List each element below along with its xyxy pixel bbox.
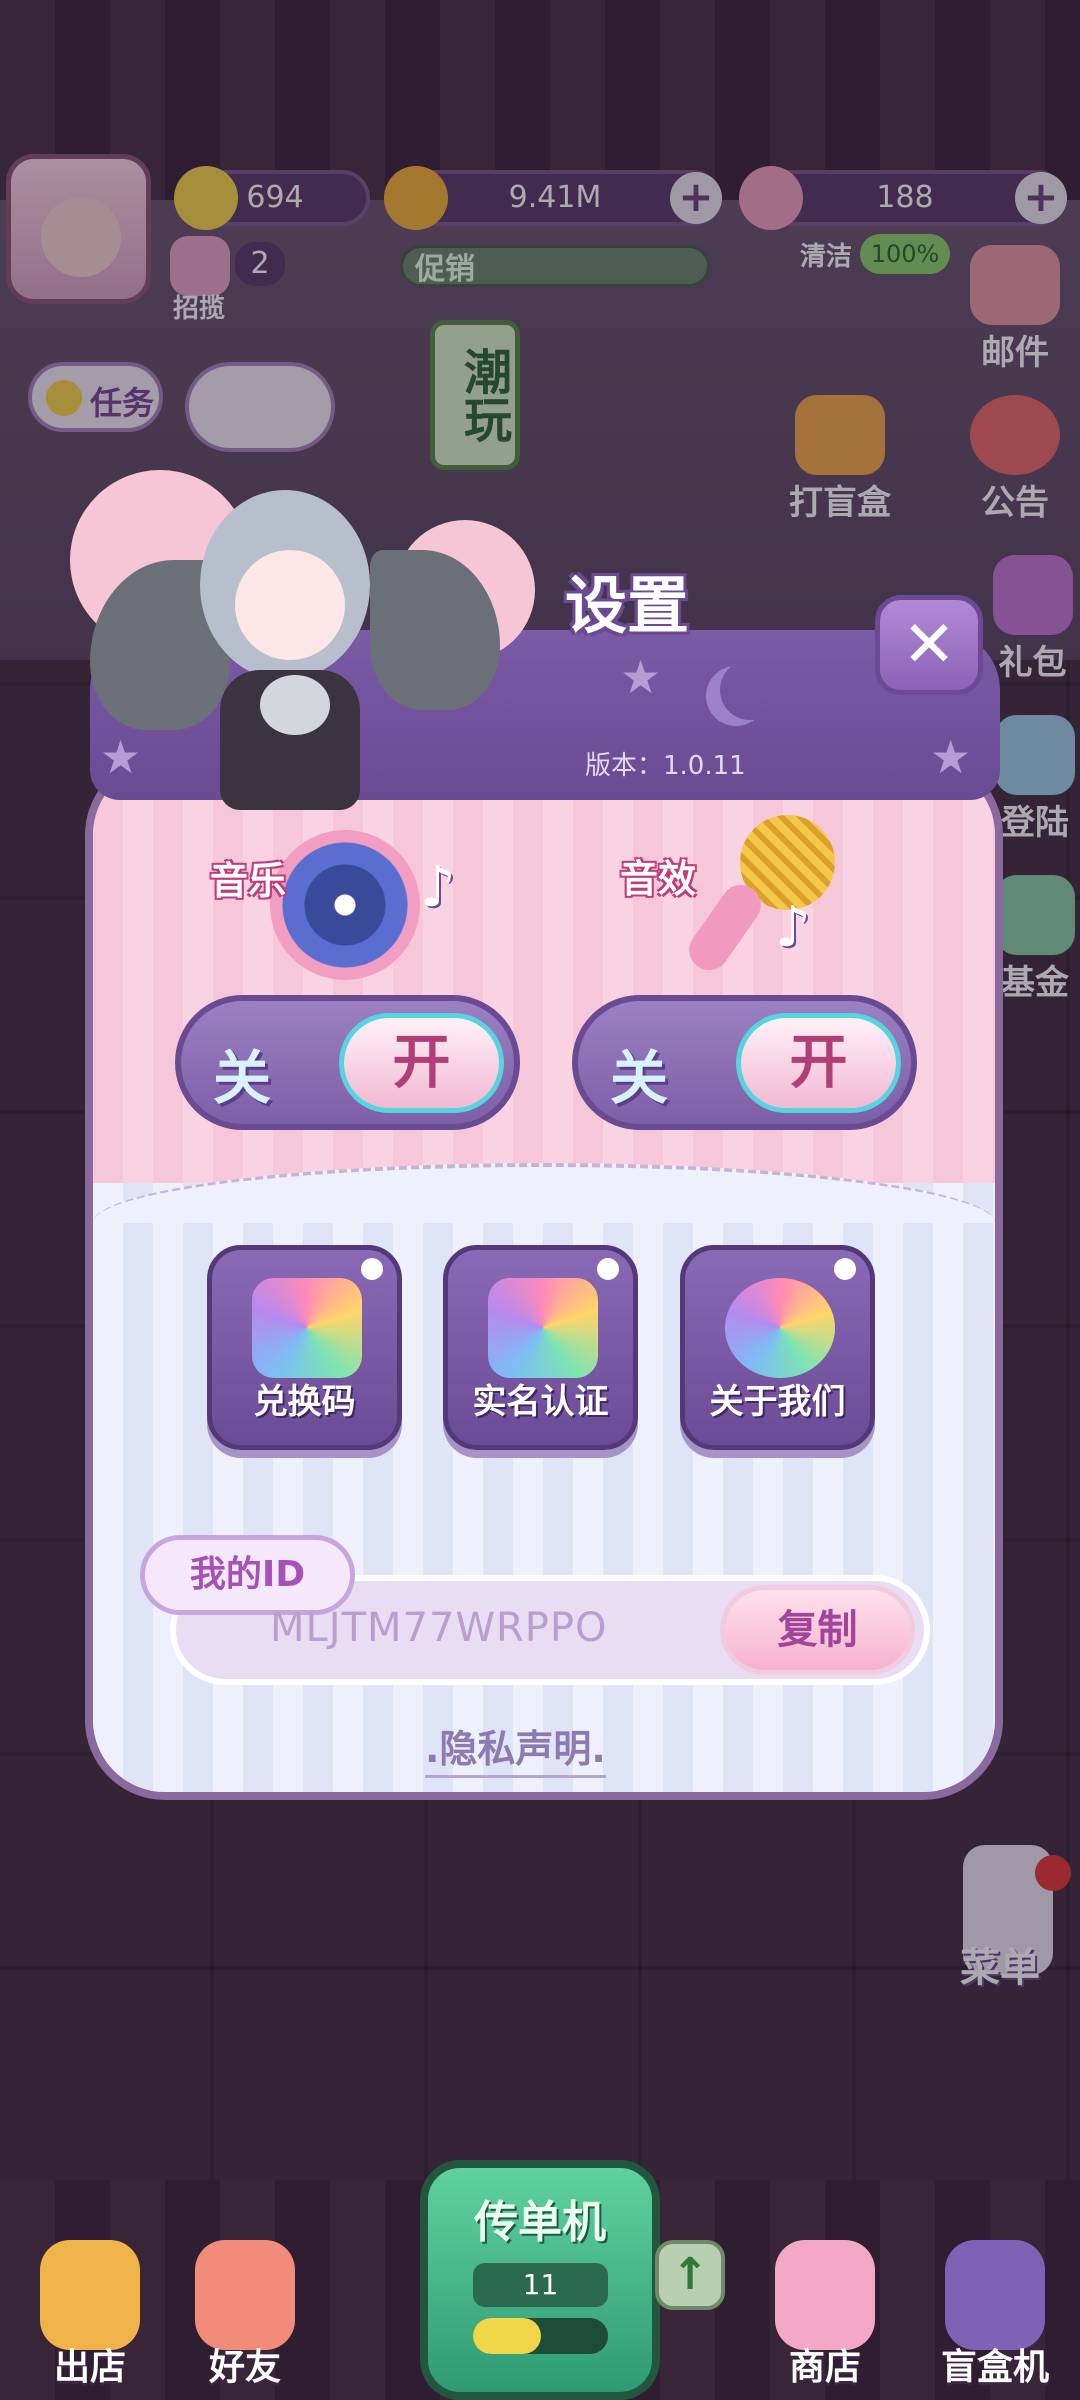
character-face bbox=[235, 550, 345, 660]
music-toggle[interactable]: 关 开 bbox=[175, 995, 520, 1130]
flyer-progress-bar bbox=[473, 2318, 608, 2354]
friends-icon bbox=[195, 2240, 295, 2350]
flyer-progress-fill bbox=[473, 2318, 541, 2354]
about-us-label: 关于我们 bbox=[709, 1382, 846, 1422]
upgrade-arrow-button[interactable]: ↑ bbox=[655, 2240, 725, 2310]
star-decor-icon: ★ bbox=[930, 730, 972, 784]
friends-button[interactable]: 好友 bbox=[175, 2210, 315, 2400]
music-note-icon: ♪ bbox=[420, 855, 456, 920]
character-illustration bbox=[90, 470, 500, 830]
leave-store-label: 出店 bbox=[53, 2347, 126, 2388]
about-us-button[interactable]: 关于我们 bbox=[680, 1245, 875, 1450]
sfx-off-option[interactable]: 关 bbox=[610, 1031, 668, 1115]
realname-auth-label: 实名认证 bbox=[472, 1382, 609, 1422]
blindbox-machine-button[interactable]: 盲盒机 bbox=[915, 2210, 1075, 2400]
redeem-code-button[interactable]: 兑换码 bbox=[207, 1245, 402, 1450]
close-button[interactable]: ✕ bbox=[875, 595, 983, 695]
flyer-label: 传单机 bbox=[474, 2197, 606, 2248]
player-id-value: MLJTM77WRPPO bbox=[270, 1605, 608, 1651]
settings-title: 设置 bbox=[565, 569, 690, 642]
player-id-tag: 我的ID bbox=[140, 1535, 355, 1615]
copy-id-button[interactable]: 复制 bbox=[720, 1585, 915, 1675]
friends-label: 好友 bbox=[208, 2347, 281, 2388]
privacy-policy-link[interactable]: .隐私声明. bbox=[425, 1718, 606, 1778]
leave-store-icon bbox=[40, 2240, 140, 2350]
shop-label: 商店 bbox=[788, 2347, 861, 2388]
leave-store-button[interactable]: 出店 bbox=[20, 2210, 160, 2400]
music-note-icon: ♪ bbox=[775, 895, 811, 960]
version-text: 版本：1.0.11 bbox=[585, 751, 746, 781]
shop-button[interactable]: 商店 bbox=[755, 2210, 895, 2400]
blindbox-machine-icon bbox=[945, 2240, 1045, 2350]
shop-icon bbox=[775, 2240, 875, 2350]
star-decor-icon: ★ bbox=[620, 650, 662, 704]
shine-decor bbox=[361, 1258, 383, 1280]
shine-decor bbox=[597, 1258, 619, 1280]
music-off-option[interactable]: 关 bbox=[213, 1031, 271, 1115]
flyer-count: 11 bbox=[473, 2263, 608, 2307]
ribbon-ring-icon bbox=[725, 1278, 835, 1378]
music-disc-icon bbox=[270, 830, 420, 980]
sfx-label: 音效 bbox=[620, 857, 697, 901]
id-card-icon bbox=[488, 1278, 598, 1378]
blindbox-machine-label: 盲盒机 bbox=[940, 2347, 1049, 2388]
realname-auth-button[interactable]: 实名认证 bbox=[443, 1245, 638, 1450]
music-label: 音乐 bbox=[210, 859, 287, 903]
gift-box-icon bbox=[252, 1278, 362, 1378]
sfx-toggle[interactable]: 关 开 bbox=[572, 995, 917, 1130]
flyer-machine-button[interactable]: 传单机 11 bbox=[420, 2160, 660, 2400]
redeem-code-label: 兑换码 bbox=[253, 1382, 356, 1422]
music-on-option[interactable]: 开 bbox=[339, 1013, 504, 1113]
character-bow bbox=[260, 675, 330, 735]
shine-decor bbox=[834, 1258, 856, 1280]
sfx-on-option[interactable]: 开 bbox=[736, 1013, 901, 1113]
moon-decor-icon bbox=[720, 660, 780, 720]
